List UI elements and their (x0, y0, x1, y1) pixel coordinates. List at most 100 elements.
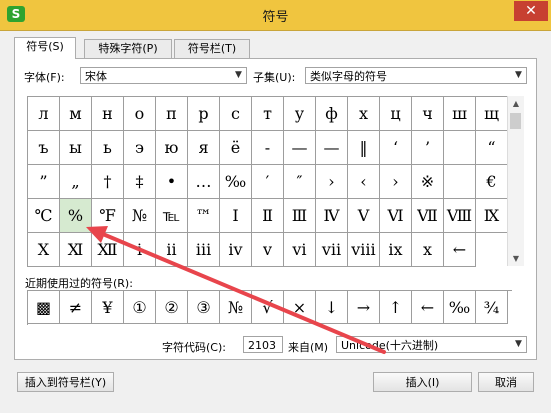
recent-symbol-cell[interactable]: ‰ (444, 291, 476, 324)
symbol-cell[interactable]: Ⅷ (444, 199, 476, 233)
cancel-button[interactable]: 取消 (478, 372, 534, 392)
symbol-cell[interactable]: № (124, 199, 156, 233)
symbol-cell[interactable]: н (92, 97, 124, 131)
symbol-cell[interactable]: х (348, 97, 380, 131)
scroll-up-icon[interactable]: ▲ (508, 96, 524, 111)
symbol-cell[interactable]: ф (316, 97, 348, 131)
symbol-cell[interactable]: ⅳ (220, 233, 252, 267)
symbol-cell[interactable]: с (220, 97, 252, 131)
symbol-cell[interactable]: я (188, 131, 220, 165)
symbol-cell[interactable]: ч (412, 97, 444, 131)
symbol-cell[interactable]: Ⅶ (412, 199, 444, 233)
recent-symbol-cell[interactable]: ← (412, 291, 444, 324)
tab-special-chars[interactable]: 特殊字符(P) (84, 39, 172, 58)
symbol-cell[interactable]: щ (476, 97, 508, 131)
recent-symbol-cell[interactable]: № (220, 291, 252, 324)
symbol-cell[interactable]: ⅲ (188, 233, 220, 267)
symbol-cell[interactable]: Ⅳ (316, 199, 348, 233)
symbol-cell[interactable]: ‖ (348, 131, 380, 165)
symbol-cell[interactable]: • (156, 165, 188, 199)
symbol-cell[interactable]: ⅷ (348, 233, 380, 267)
symbol-cell[interactable]: ⅰ (124, 233, 156, 267)
symbol-cell[interactable]: ⅸ (380, 233, 412, 267)
symbol-cell[interactable]: ё (220, 131, 252, 165)
insert-to-bar-button[interactable]: 插入到符号栏(Y) (17, 372, 114, 392)
symbol-cell[interactable]: ц (380, 97, 412, 131)
symbol-cell[interactable]: ‡ (124, 165, 156, 199)
symbol-cell[interactable]: у (284, 97, 316, 131)
symbol-cell[interactable]: ‰ (220, 165, 252, 199)
symbol-cell[interactable]: Ⅻ (92, 233, 124, 267)
subset-select[interactable]: 类似字母的符号 ▼ (305, 67, 527, 84)
symbol-cell[interactable]: ю (156, 131, 188, 165)
symbol-cell[interactable]: ℉ (92, 199, 124, 233)
recent-symbol-cell[interactable]: → (348, 291, 380, 324)
symbol-cell[interactable]: ‹ (348, 165, 380, 199)
recent-symbol-cell[interactable]: ↑ (380, 291, 412, 324)
symbol-cell[interactable]: — (284, 131, 316, 165)
symbol-cell[interactable]: — (316, 131, 348, 165)
symbol-cell[interactable]: › (316, 165, 348, 199)
recent-symbol-cell[interactable]: ③ (188, 291, 220, 324)
symbol-cell[interactable]: т (252, 97, 284, 131)
symbol-grid-scrollbar[interactable]: ▲ ▼ (507, 96, 524, 266)
symbol-cell[interactable]: „ (60, 165, 92, 199)
symbol-cell[interactable]: ′ (252, 165, 284, 199)
close-button[interactable]: ✕ (514, 1, 548, 21)
symbol-cell[interactable]: р (188, 97, 220, 131)
symbol-cell[interactable]: ш (444, 97, 476, 131)
symbol-cell[interactable]: м (60, 97, 92, 131)
symbol-cell[interactable]: - (252, 131, 284, 165)
symbol-cell[interactable]: ⅶ (316, 233, 348, 267)
symbol-cell[interactable]: › (380, 165, 412, 199)
recent-symbol-cell[interactable]: ¾ (476, 291, 508, 324)
recent-symbol-cell[interactable]: ② (156, 291, 188, 324)
recent-symbol-cell[interactable]: ≠ (60, 291, 92, 324)
symbol-cell[interactable]: ь (92, 131, 124, 165)
symbol-cell[interactable]: ⅱ (156, 233, 188, 267)
scroll-down-icon[interactable]: ▼ (508, 251, 524, 266)
symbol-cell[interactable]: ъ (28, 131, 60, 165)
symbol-cell[interactable]: ” (28, 165, 60, 199)
symbol-cell[interactable]: Ⅸ (476, 199, 508, 233)
symbol-cell[interactable]: ″ (284, 165, 316, 199)
recent-symbol-cell[interactable]: ↓ (316, 291, 348, 324)
symbol-cell[interactable]: ※ (412, 165, 444, 199)
scroll-thumb[interactable] (510, 113, 521, 129)
recent-symbol-cell[interactable]: √ (252, 291, 284, 324)
char-code-input[interactable]: 2103 (243, 336, 283, 353)
symbol-cell[interactable]: ⅴ (252, 233, 284, 267)
symbol-cell[interactable]: э (124, 131, 156, 165)
symbol-cell[interactable]: “ (476, 131, 508, 165)
symbol-cell[interactable]: Ⅺ (60, 233, 92, 267)
tab-symbols[interactable]: 符号(S) (14, 37, 76, 59)
symbol-cell[interactable]: Ⅹ (28, 233, 60, 267)
font-select[interactable]: 宋体 ▼ (80, 67, 247, 84)
symbol-cell[interactable]: ← (444, 233, 476, 267)
symbol-cell[interactable]: Ⅱ (252, 199, 284, 233)
recent-symbol-cell[interactable]: × (284, 291, 316, 324)
symbol-cell[interactable]: Ⅰ (220, 199, 252, 233)
symbol-cell[interactable]: о (124, 97, 156, 131)
symbol-cell[interactable]: ы (60, 131, 92, 165)
recent-symbol-cell[interactable]: ▩ (28, 291, 60, 324)
symbol-cell[interactable]: ™ (188, 199, 220, 233)
symbol-cell[interactable]: ℃ (28, 199, 60, 233)
symbol-cell[interactable]: … (188, 165, 220, 199)
symbol-cell[interactable]: Ⅲ (284, 199, 316, 233)
symbol-cell[interactable]: л (28, 97, 60, 131)
symbol-cell[interactable]: ’ (412, 131, 444, 165)
symbol-cell[interactable]: ⅹ (412, 233, 444, 267)
insert-button[interactable]: 插入(I) (373, 372, 472, 392)
symbol-cell[interactable]: ⅵ (284, 233, 316, 267)
symbol-cell[interactable]: † (92, 165, 124, 199)
symbol-cell[interactable]: Ⅴ (348, 199, 380, 233)
symbol-cell[interactable] (444, 131, 476, 165)
symbol-cell[interactable]: € (476, 165, 508, 199)
symbol-cell[interactable]: Ⅵ (380, 199, 412, 233)
symbol-cell[interactable] (444, 165, 476, 199)
symbol-cell[interactable]: п (156, 97, 188, 131)
symbol-cell[interactable]: ‘ (380, 131, 412, 165)
tab-symbol-bar[interactable]: 符号栏(T) (174, 39, 250, 58)
symbol-cell[interactable]: ℡ (156, 199, 188, 233)
